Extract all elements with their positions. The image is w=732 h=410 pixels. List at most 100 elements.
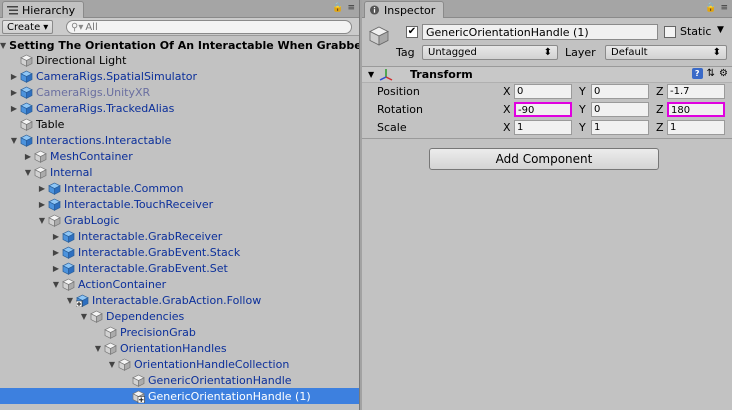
axis-z-label[interactable]: Z bbox=[656, 103, 664, 116]
search-input[interactable] bbox=[85, 21, 326, 33]
axis-z-label[interactable]: Z bbox=[656, 121, 664, 134]
prefab-cube-icon bbox=[20, 102, 33, 115]
hierarchy-item-label: Directional Light bbox=[36, 53, 127, 67]
hierarchy-item[interactable]: ▶ Interactable.TouchReceiver bbox=[0, 196, 359, 212]
gameobject-cube-icon bbox=[62, 278, 75, 291]
expand-arrow-icon[interactable]: ▼ bbox=[8, 132, 20, 148]
help-icon[interactable]: ? bbox=[691, 68, 703, 79]
position-z-field[interactable]: -1.7 bbox=[667, 84, 725, 99]
expand-arrow-icon[interactable]: ▼ bbox=[0, 37, 6, 53]
gear-icon[interactable]: ⚙ bbox=[719, 68, 728, 79]
scale-y-field[interactable]: 1 bbox=[591, 120, 649, 135]
hierarchy-tab-label: Hierarchy bbox=[22, 3, 76, 17]
expand-arrow-icon[interactable]: ▼ bbox=[78, 308, 90, 324]
prefab-cube-icon bbox=[62, 230, 75, 243]
scale-z-field[interactable]: 1 bbox=[667, 120, 725, 135]
search-icon: ⚲▾ bbox=[71, 21, 84, 33]
expand-arrow-icon[interactable]: ▼ bbox=[64, 292, 76, 308]
axis-y-label[interactable]: Y bbox=[579, 85, 586, 98]
hierarchy-item[interactable]: ▼ GrabLogic bbox=[0, 212, 359, 228]
hierarchy-item[interactable]: ▼ Internal bbox=[0, 164, 359, 180]
hierarchy-item[interactable]: ▼ Interactions.Interactable bbox=[0, 132, 359, 148]
active-checkbox[interactable]: ✔ bbox=[406, 26, 418, 38]
prefab-add-cube-icon bbox=[76, 294, 89, 307]
scale-x-field[interactable]: 1 bbox=[514, 120, 572, 135]
hierarchy-item-label: Interactable.TouchReceiver bbox=[64, 197, 214, 211]
dropdown-arrow-icon: ⬍ bbox=[712, 47, 721, 58]
inspector-tab[interactable]: Inspector bbox=[364, 1, 445, 18]
hierarchy-item[interactable]: ▶ Interactable.Common bbox=[0, 180, 359, 196]
lock-icon[interactable]: 🔒 bbox=[705, 3, 716, 13]
collapse-arrow-icon[interactable]: ▶ bbox=[36, 180, 48, 196]
collapse-arrow-icon[interactable]: ▶ bbox=[8, 68, 20, 84]
gameobject-cube-icon bbox=[48, 214, 61, 227]
gameobject-add-icon bbox=[132, 390, 145, 403]
hierarchy-item[interactable]: ▼ OrientationHandles bbox=[0, 340, 359, 356]
position-x-field[interactable]: 0 bbox=[514, 84, 572, 99]
axis-z-label[interactable]: Z bbox=[656, 85, 664, 98]
hierarchy-item-label: Table bbox=[36, 117, 65, 131]
rotation-z-field[interactable]: 180 bbox=[667, 102, 725, 117]
gameobject-cube-icon bbox=[104, 342, 117, 355]
static-checkbox[interactable] bbox=[664, 26, 676, 38]
inspector-tabbar: Inspector 🔒 ≡ bbox=[362, 0, 732, 18]
rotation-y-field[interactable]: 0 bbox=[591, 102, 649, 117]
object-name-field[interactable] bbox=[422, 24, 658, 40]
hierarchy-item[interactable]: ▶ MeshContainer bbox=[0, 148, 359, 164]
lock-icon[interactable]: 🔒 bbox=[332, 3, 343, 13]
collapse-arrow-icon[interactable]: ▶ bbox=[8, 100, 20, 116]
hierarchy-item[interactable]: PrecisionGrab bbox=[0, 324, 359, 340]
preset-icon[interactable]: ⇅ bbox=[707, 68, 715, 79]
create-button[interactable]: Create ▾ bbox=[2, 20, 54, 34]
expand-arrow-icon[interactable]: ▼ bbox=[368, 70, 378, 79]
prefab-cube-icon bbox=[48, 182, 61, 195]
hierarchy-item[interactable]: ▶ CameraRigs.SpatialSimulator bbox=[0, 68, 359, 84]
axis-y-label[interactable]: Y bbox=[579, 103, 586, 116]
hierarchy-item[interactable]: GenericOrientationHandle bbox=[0, 372, 359, 388]
menu-icon[interactable]: ≡ bbox=[720, 3, 728, 13]
hierarchy-item[interactable]: GenericOrientationHandle (1) bbox=[0, 388, 359, 404]
prefab-cube-icon bbox=[62, 246, 75, 259]
hierarchy-item[interactable]: ▶ Interactable.GrabEvent.Stack bbox=[0, 244, 359, 260]
axis-y-label[interactable]: Y bbox=[579, 121, 586, 134]
search-box[interactable]: ⚲▾ bbox=[66, 20, 352, 34]
hierarchy-item-label: Interactable.GrabAction.Follow bbox=[92, 293, 262, 307]
hierarchy-item[interactable]: ▼ ActionContainer bbox=[0, 276, 359, 292]
static-dropdown-icon[interactable]: ▼ bbox=[717, 25, 724, 35]
hierarchy-item[interactable]: Directional Light bbox=[0, 52, 359, 68]
hierarchy-item[interactable]: Table bbox=[0, 116, 359, 132]
collapse-arrow-icon[interactable]: ▶ bbox=[50, 244, 62, 260]
collapse-arrow-icon[interactable]: ▶ bbox=[36, 196, 48, 212]
position-y-field[interactable]: 0 bbox=[591, 84, 649, 99]
axis-x-label[interactable]: X bbox=[503, 103, 511, 116]
hierarchy-item-label: Internal bbox=[50, 165, 93, 179]
expand-arrow-icon[interactable]: ▼ bbox=[36, 212, 48, 228]
collapse-arrow-icon[interactable]: ▶ bbox=[22, 148, 34, 164]
expand-arrow-icon[interactable]: ▼ bbox=[22, 164, 34, 180]
hierarchy-tab[interactable]: Hierarchy bbox=[2, 1, 85, 18]
rotation-x-field[interactable]: -90 bbox=[514, 102, 572, 117]
collapse-arrow-icon[interactable]: ▶ bbox=[50, 260, 62, 276]
hierarchy-item[interactable]: ▶ CameraRigs.UnityXR bbox=[0, 84, 359, 100]
expand-arrow-icon[interactable]: ▼ bbox=[92, 340, 104, 356]
expand-arrow-icon[interactable]: ▼ bbox=[106, 356, 118, 372]
layer-dropdown[interactable]: Default ⬍ bbox=[605, 45, 727, 60]
hierarchy-item[interactable]: ▶ CameraRigs.TrackedAlias bbox=[0, 100, 359, 116]
tag-dropdown[interactable]: Untagged ⬍ bbox=[422, 45, 558, 60]
collapse-arrow-icon[interactable]: ▶ bbox=[50, 228, 62, 244]
menu-icon[interactable]: ≡ bbox=[347, 3, 355, 13]
expand-arrow-icon[interactable]: ▼ bbox=[50, 276, 62, 292]
axis-x-label[interactable]: X bbox=[503, 121, 511, 134]
hierarchy-item[interactable]: ▶ Interactable.GrabEvent.Set bbox=[0, 260, 359, 276]
inspector-panel: Inspector 🔒 ≡ ✔ Static ▼ Tag Untagged ⬍ … bbox=[362, 0, 732, 410]
gameobject-cube-icon bbox=[34, 150, 47, 163]
add-component-button[interactable]: Add Component bbox=[429, 148, 659, 170]
hierarchy-item[interactable]: ▶ Interactable.GrabReceiver bbox=[0, 228, 359, 244]
hierarchy-item[interactable]: ▼ OrientationHandleCollection bbox=[0, 356, 359, 372]
axis-x-label[interactable]: X bbox=[503, 85, 511, 98]
hierarchy-item[interactable]: ▼ Interactable.GrabAction.Follow bbox=[0, 292, 359, 308]
scene-header[interactable]: ▼ Setting The Orientation Of An Interact… bbox=[0, 37, 359, 53]
collapse-arrow-icon[interactable]: ▶ bbox=[8, 84, 20, 100]
transform-header[interactable]: ▼ Transform ? ⇅ ⚙ bbox=[362, 67, 732, 83]
hierarchy-item[interactable]: ▼ Dependencies bbox=[0, 308, 359, 324]
